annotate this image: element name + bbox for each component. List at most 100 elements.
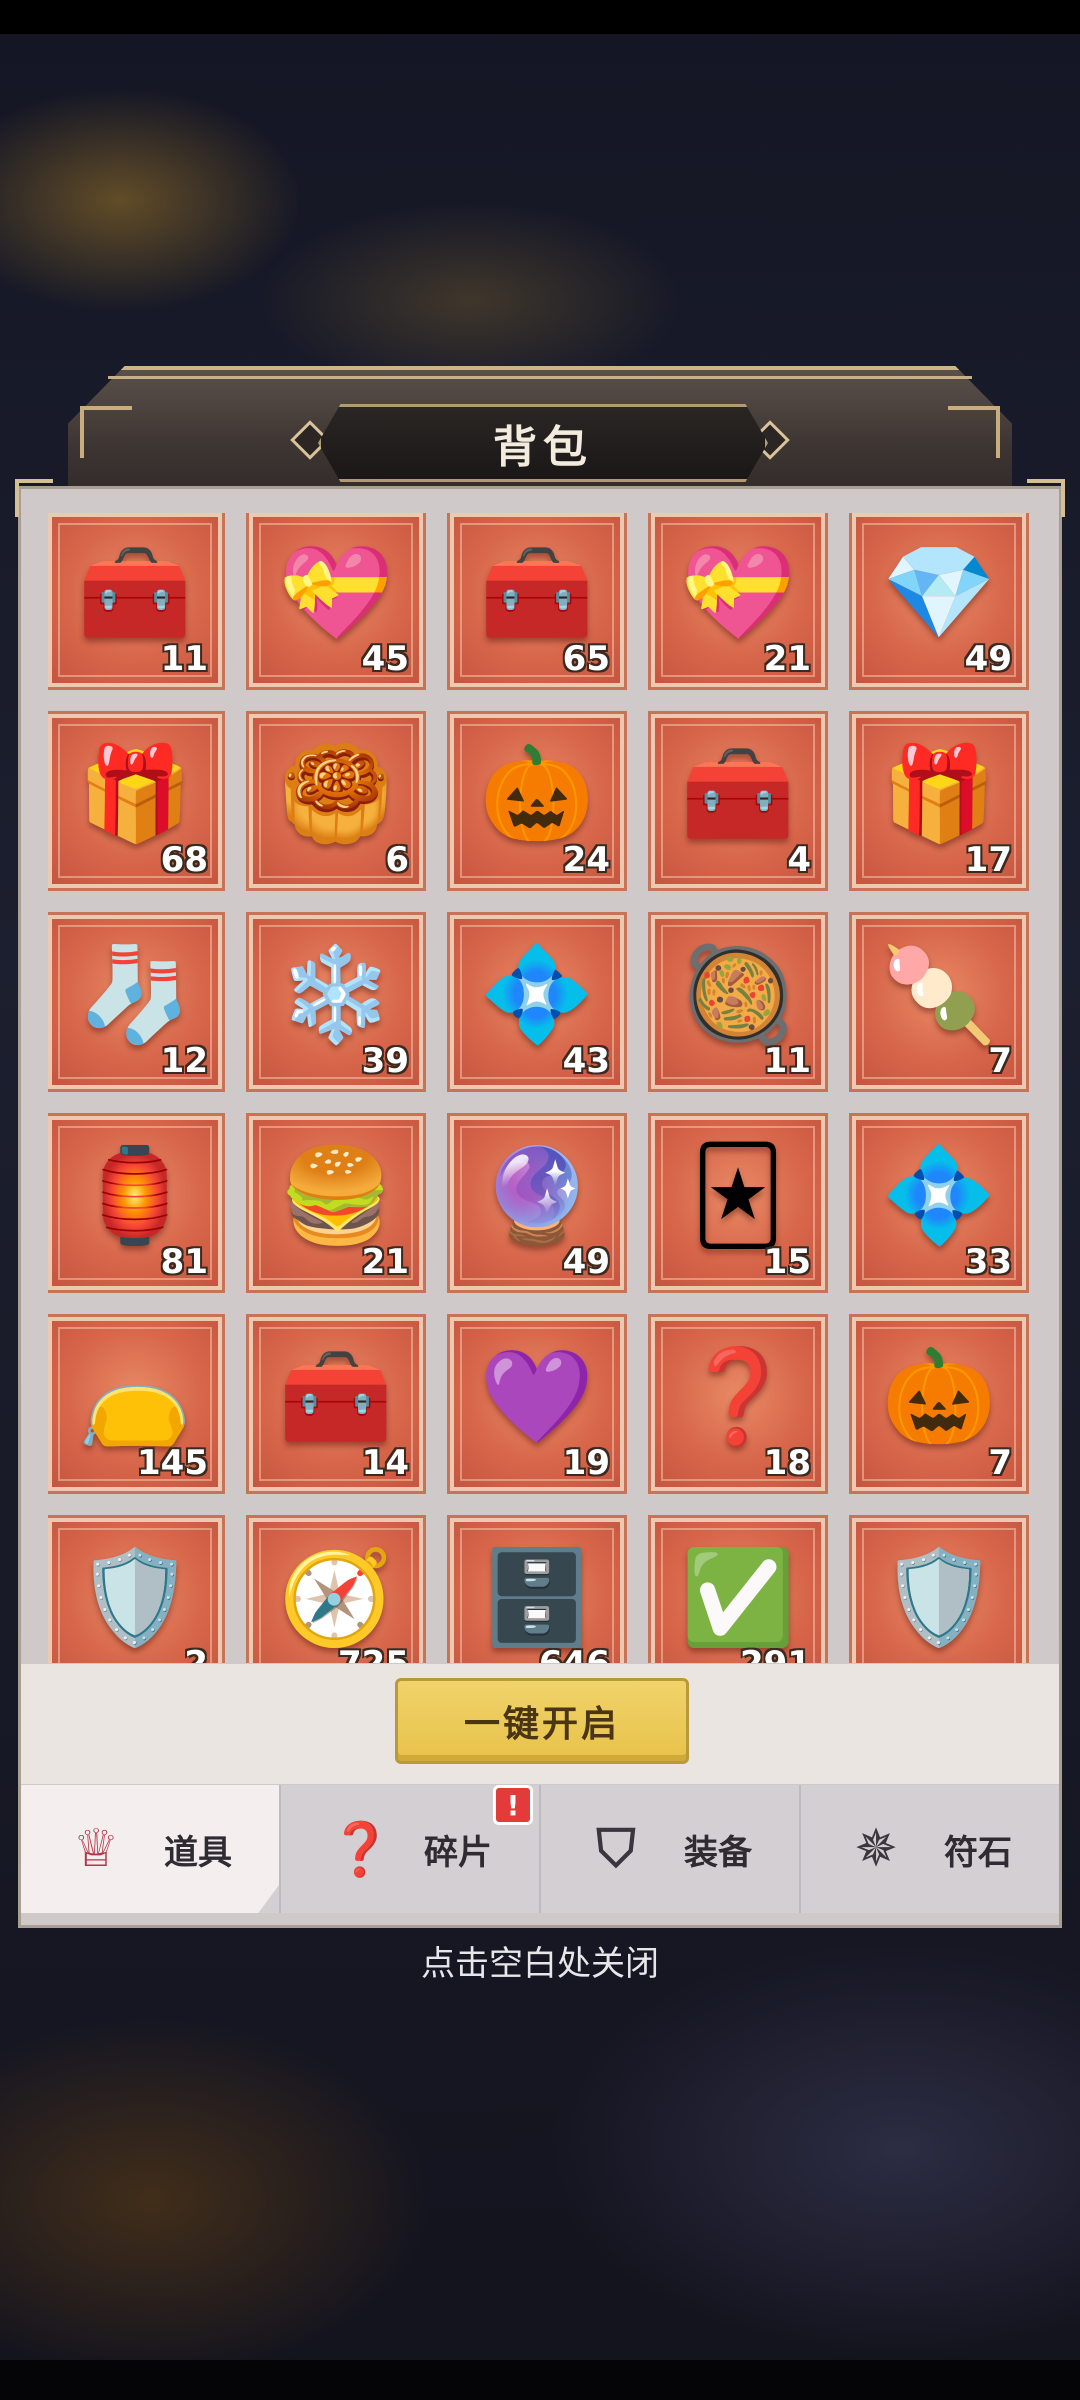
item-count: 11 xyxy=(763,1041,811,1081)
item-count: 646 xyxy=(539,1644,610,1663)
right-corner-ornament xyxy=(948,406,1000,458)
green-ribbon-gift-icon: 🎁 xyxy=(881,740,997,848)
item-count: 24 xyxy=(562,840,610,880)
inventory-item[interactable]: 🧰 65 xyxy=(447,513,627,690)
category-tabs: ♕ 道具 ❓ 碎片! ⛉ 装备 ✵ 符石 xyxy=(21,1785,1059,1913)
gold-gem-chest-icon: 🧰 xyxy=(479,539,595,647)
item-count: 21 xyxy=(763,639,811,679)
item-grid-scroll[interactable]: 🧰 11 💝 45 🧰 65 💝 21 💎 49 🎁 68 🥮 6 🎃 24 🧰 4 🎁 17 🧦 12 ❄️ 39 💠 43 🥘 1… xyxy=(48,513,1038,1663)
tab-equipment[interactable]: ⛉ 装备 xyxy=(539,1785,799,1913)
inventory-item[interactable]: 🥘 11 xyxy=(648,912,828,1092)
inventory-item[interactable]: 💎 49 xyxy=(849,513,1029,690)
item-count: 17 xyxy=(964,840,1012,880)
inventory-item[interactable]: 💜 19 xyxy=(447,1314,627,1494)
close-hint[interactable]: 点击空白处关闭 xyxy=(0,1936,1080,1985)
status-bar xyxy=(0,0,1080,34)
item-count: 49 xyxy=(964,639,1012,679)
inventory-item[interactable]: 🛡️2 xyxy=(48,1515,225,1663)
inventory-item[interactable]: 🗄️646 xyxy=(447,1515,627,1663)
inventory-item[interactable]: 🃏 15 xyxy=(648,1113,828,1293)
inventory-item[interactable]: 🎃 7 xyxy=(849,1314,1029,1494)
inventory-item[interactable]: 🧦 12 xyxy=(48,912,225,1092)
item-count: 33 xyxy=(964,1242,1012,1282)
item-grid: 🧰 11 💝 45 🧰 65 💝 21 💎 49 🎁 68 🥮 6 🎃 24 🧰 4 🎁 17 🧦 12 ❄️ 39 💠 43 🥘 1… xyxy=(48,513,1038,1663)
inventory-item[interactable]: 💝 45 xyxy=(246,513,426,690)
panel-corner-right xyxy=(1027,479,1065,517)
equipment-tab-icon: ⛉ xyxy=(596,1818,636,1879)
item-count: 4 xyxy=(787,840,811,880)
inventory-item[interactable]: 🎃 24 xyxy=(447,711,627,891)
inventory-item[interactable]: 🧰 4 xyxy=(648,711,828,891)
fragments-tab-icon: ❓ xyxy=(328,1819,393,1880)
item-count: 11 xyxy=(160,639,208,679)
item-count: 19 xyxy=(562,1443,610,1483)
window-title: 背包 xyxy=(493,422,593,473)
item-count: 291 xyxy=(740,1644,811,1663)
flower-chest-icon: 🎁 xyxy=(77,740,193,848)
burger-icon: 🍔 xyxy=(278,1142,394,1250)
tab-label: 道具 xyxy=(164,1832,232,1873)
item-count: 18 xyxy=(763,1443,811,1483)
red-gold-chest-icon: 🧰 xyxy=(680,740,796,848)
gold-fragment-chest-icon: 🧭 xyxy=(278,1544,394,1652)
card-chest-icon: 🃏 xyxy=(690,1142,786,1250)
open-all-button[interactable]: 一键开启 xyxy=(395,1678,689,1764)
inventory-item[interactable]: 💠 33 xyxy=(849,1113,1029,1293)
inventory-item[interactable]: 💝 21 xyxy=(648,513,828,690)
items-tab-icon: ♕ xyxy=(72,1819,120,1879)
left-corner-ornament xyxy=(80,406,132,458)
tab-label: 装备 xyxy=(684,1832,752,1873)
panel-corner-left xyxy=(15,479,53,517)
inventory-item[interactable]: 🔮 49 xyxy=(447,1113,627,1293)
inventory-item[interactable]: 👝 145 xyxy=(48,1314,225,1494)
mystery-chest-icon: ❓ xyxy=(680,1343,796,1451)
tab-fragments[interactable]: ❓ 碎片! xyxy=(279,1785,539,1913)
inventory-item[interactable]: 🧭725 xyxy=(246,1515,426,1663)
item-count: 15 xyxy=(763,1242,811,1282)
item-count: 43 xyxy=(562,1041,610,1081)
inventory-item[interactable]: ❄️ 39 xyxy=(246,912,426,1092)
blue-crystal-chest-icon: 💠 xyxy=(881,1142,997,1250)
emblem-chest-icon: 🧰 xyxy=(77,539,193,647)
title-header-trim xyxy=(108,376,972,379)
heart-chest-icon: 💝 xyxy=(680,539,796,647)
runestone-tab-icon: ✵ xyxy=(854,1819,898,1879)
item-count: 65 xyxy=(562,639,610,679)
inventory-panel: 🧰 11 💝 45 🧰 65 💝 21 💎 49 🎁 68 🥮 6 🎃 24 🧰 4 🎁 17 🧦 12 ❄️ 39 💠 43 🥘 1… xyxy=(15,479,1065,1928)
pumpkin-chest-icon: 🎃 xyxy=(881,1343,997,1451)
inventory-item[interactable]: 🏮 81 xyxy=(48,1113,225,1293)
inventory-item[interactable]: 🛡️ xyxy=(849,1515,1029,1663)
item-count: 39 xyxy=(361,1041,409,1081)
tab-items[interactable]: ♕ 道具 xyxy=(21,1785,279,1913)
item-count: 6 xyxy=(385,840,409,880)
item-count: 45 xyxy=(361,639,409,679)
tab-runestone[interactable]: ✵ 符石 xyxy=(799,1785,1059,1913)
witch-pumpkin-icon: 🎃 xyxy=(479,740,595,848)
silver-chest-icon: 🗄️ xyxy=(479,1544,595,1652)
item-count: 14 xyxy=(361,1443,409,1483)
inventory-item[interactable]: 🧰 14 xyxy=(246,1314,426,1494)
alert-badge: ! xyxy=(493,1785,533,1825)
inventory-item[interactable]: 🍔 21 xyxy=(246,1113,426,1293)
item-count: 145 xyxy=(137,1443,208,1483)
item-count: 2 xyxy=(184,1644,208,1663)
inventory-item[interactable]: ❓ 18 xyxy=(648,1314,828,1494)
mooncake-icon: 🥮 xyxy=(278,740,394,848)
heart-chest-icon: 💝 xyxy=(278,539,394,647)
hero-card-icon: 🛡️ xyxy=(77,1544,193,1652)
star-crystal-chest-icon: 💎 xyxy=(881,539,997,647)
item-count: 7 xyxy=(988,1041,1012,1081)
christmas-stocking-icon: 🧦 xyxy=(77,941,193,1049)
inventory-item[interactable]: 🥮 6 xyxy=(246,711,426,891)
snowflake-chest-icon: ❄️ xyxy=(278,941,394,1049)
steamed-dish-icon: 🥘 xyxy=(680,941,796,1049)
inventory-item[interactable]: 🎁 68 xyxy=(48,711,225,891)
purple-gem-chest-icon: 🔮 xyxy=(479,1142,595,1250)
inventory-item[interactable]: 🎁 17 xyxy=(849,711,1029,891)
action-bar: 一键开启 xyxy=(21,1664,1059,1784)
inventory-item[interactable]: 🍡 7 xyxy=(849,912,1029,1092)
pink-gem-chest-icon: 💜 xyxy=(479,1343,595,1451)
inventory-item[interactable]: ✅291 xyxy=(648,1515,828,1663)
inventory-item[interactable]: 💠 43 xyxy=(447,912,627,1092)
inventory-item[interactable]: 🧰 11 xyxy=(48,513,225,690)
